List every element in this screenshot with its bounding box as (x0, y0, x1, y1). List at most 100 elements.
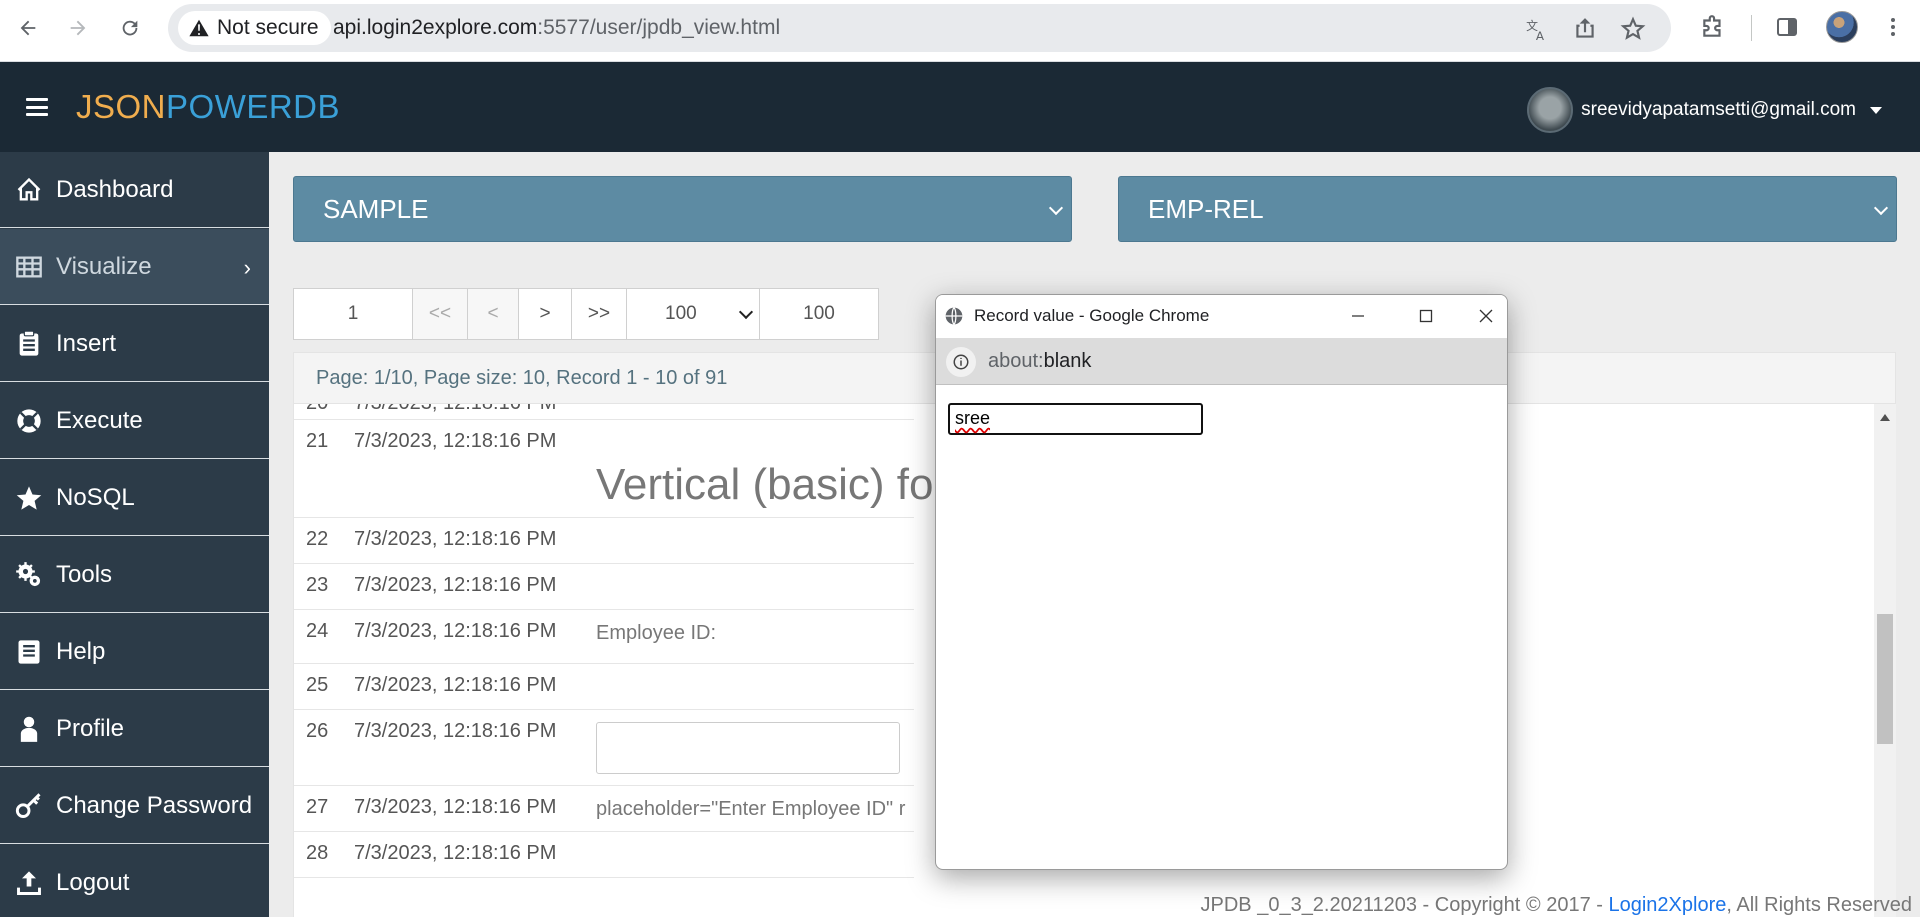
scroll-up-arrow-icon[interactable] (1880, 414, 1890, 421)
relation-select-value: EMP-REL (1148, 193, 1264, 224)
sidebar-item-help[interactable]: Help (0, 614, 269, 690)
sidebar-item-label: Logout (56, 868, 130, 896)
table-icon (14, 252, 44, 282)
table-scrollbar[interactable] (1874, 404, 1896, 917)
info-icon[interactable] (946, 347, 976, 377)
chrome-profile-avatar[interactable] (1826, 11, 1858, 43)
sidebar-item-label: Visualize (56, 252, 152, 280)
svg-text:A: A (1536, 29, 1545, 42)
record-count-input[interactable]: 100 (759, 288, 879, 340)
sidebar-item-label: NoSQL (56, 483, 135, 511)
popup-title: Record value - Google Chrome (974, 306, 1210, 325)
sidebar-item-visualize[interactable]: Visualize › (0, 229, 269, 305)
reload-button[interactable] (112, 10, 148, 46)
extensions-button[interactable] (1698, 12, 1728, 42)
security-chip[interactable]: Not secure (178, 11, 331, 45)
table-row[interactable]: 22 7/3/2023, 12:18:16 PM (294, 518, 914, 564)
hamburger-menu-icon[interactable] (26, 98, 48, 116)
avatar (1527, 87, 1574, 133)
row-timestamp: 7/3/2023, 12:18:16 PM (354, 430, 557, 452)
sidebar-item-execute[interactable]: Execute (0, 383, 269, 459)
last-page-button[interactable]: >> (571, 288, 627, 340)
brand-part-powerdb: POWERDB (166, 88, 341, 125)
puzzle-icon (1703, 15, 1721, 37)
maximize-icon (1419, 309, 1433, 323)
user-email: sreevidyapatamsetti@gmail.com (1581, 99, 1856, 120)
translate-icon[interactable]: 文A (1524, 16, 1550, 42)
arrow-right-icon (70, 20, 86, 36)
row-number: 25 (306, 674, 329, 696)
forward-button[interactable] (60, 10, 96, 46)
scroll-thumb[interactable] (1877, 614, 1893, 744)
address-bar[interactable]: Not secure api.login2explore.com:5577/us… (168, 4, 1671, 52)
table-row[interactable]: 25 7/3/2023, 12:18:16 PM (294, 664, 914, 710)
close-button[interactable] (1466, 301, 1506, 331)
row-number: 24 (306, 620, 329, 642)
footer-suffix: , All Rights Reserved (1726, 894, 1912, 916)
row-timestamp: 7/3/2023, 12:18:16 PM (354, 674, 557, 696)
table-row[interactable]: 21 7/3/2023, 12:18:16 PM Vertical (basic… (294, 420, 933, 518)
first-page-button[interactable]: << (412, 288, 468, 340)
table-row[interactable]: 28 7/3/2023, 12:18:16 PM (294, 832, 914, 878)
row-timestamp: 7/3/2023, 12:18:16 PM (354, 796, 557, 818)
arrow-left-icon (20, 20, 36, 36)
gears-icon (14, 560, 44, 590)
sidebar-item-nosql[interactable]: NoSQL (0, 460, 269, 536)
footer-link[interactable]: Login2Xplore (1608, 894, 1726, 916)
page-size-value: 100 (665, 303, 697, 324)
home-icon (14, 175, 44, 205)
database-select[interactable]: SAMPLE (293, 176, 1072, 242)
sidebar-item-profile[interactable]: Profile (0, 691, 269, 767)
table-row[interactable]: 26 7/3/2023, 12:18:16 PM (294, 710, 914, 786)
sidebar-item-label: Dashboard (56, 175, 174, 203)
chevron-down-icon (738, 304, 754, 319)
relation-select[interactable]: EMP-REL (1118, 176, 1897, 242)
sidebar-item-tools[interactable]: Tools (0, 537, 269, 613)
browser-toolbar: Not secure api.login2explore.com:5577/us… (0, 0, 1920, 62)
user-menu[interactable]: sreevidyapatamsetti@gmail.com (1527, 87, 1882, 133)
popup-titlebar[interactable]: Record value - Google Chrome (936, 295, 1507, 338)
record-value-popup: Record value - Google Chrome about:blank… (935, 294, 1508, 870)
row-value: Employee ID: (596, 622, 717, 644)
maximize-button[interactable] (1406, 301, 1446, 331)
database-select-value: SAMPLE (323, 193, 429, 224)
table-row[interactable]: 24 7/3/2023, 12:18:16 PM Employee ID: (294, 610, 914, 664)
row-timestamp: 7/3/2023, 12:18:16 PM (354, 404, 556, 415)
row-number: 20 (306, 404, 328, 415)
sidebar-item-insert[interactable]: Insert (0, 306, 269, 382)
minimize-button[interactable] (1338, 301, 1378, 331)
row-number: 21 (306, 430, 329, 452)
url-host: api.login2explore.com (333, 16, 538, 39)
page-size-select[interactable]: 100 (626, 288, 760, 340)
brand-logo[interactable]: JSONPOWERDB (76, 88, 340, 126)
prev-page-button[interactable]: < (467, 288, 519, 340)
user-icon (14, 714, 44, 744)
table-row[interactable]: 23 7/3/2023, 12:18:16 PM (294, 564, 914, 610)
sidebar-item-dashboard[interactable]: Dashboard (0, 152, 269, 228)
row-value: placeholder="Enter Employee ID" r (596, 798, 906, 820)
globe-icon (945, 307, 963, 325)
row-number: 27 (306, 796, 329, 818)
page-number-input[interactable]: 1 (293, 288, 413, 340)
minimize-icon (1352, 315, 1364, 317)
next-page-button[interactable]: > (518, 288, 572, 340)
chrome-menu-button[interactable] (1878, 12, 1908, 42)
bookmark-star-icon[interactable] (1620, 16, 1646, 42)
table-row[interactable]: 20 7/3/2023, 12:18:16 PM (294, 404, 914, 420)
chevron-down-icon (1048, 200, 1064, 216)
record-value-input[interactable]: sree (948, 403, 1203, 435)
sidebar-item-logout[interactable]: Logout (0, 845, 269, 917)
star-icon (14, 483, 44, 513)
row-number: 28 (306, 842, 329, 864)
sidebar-item-label: Tools (56, 560, 113, 588)
security-label: Not secure (217, 16, 319, 39)
share-icon[interactable] (1572, 16, 1598, 42)
side-panel-button[interactable] (1772, 12, 1802, 42)
record-value-text: sree (955, 408, 991, 428)
back-button[interactable] (10, 10, 46, 46)
url-text[interactable]: api.login2explore.com:5577/user/jpdb_vie… (333, 16, 780, 40)
table-row[interactable]: 27 7/3/2023, 12:18:16 PM placeholder="En… (294, 786, 914, 832)
sidebar-item-change-password[interactable]: Change Password (0, 768, 269, 844)
row-value-input-preview (596, 722, 900, 774)
sidebar-item-label: Help (56, 637, 106, 665)
